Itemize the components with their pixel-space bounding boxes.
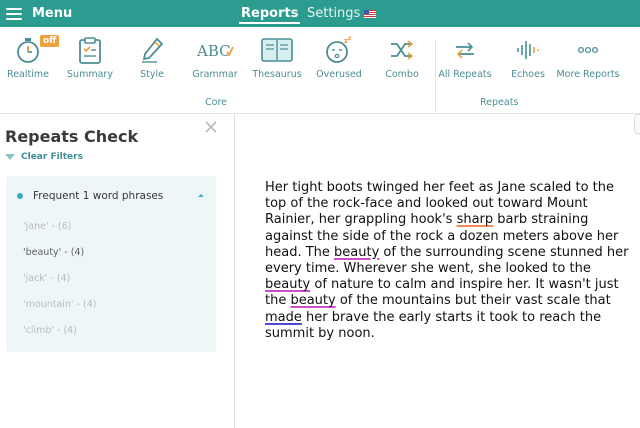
- tab-reports[interactable]: Reports: [238, 0, 301, 27]
- combo-label: Combo: [385, 69, 419, 80]
- group-dot-icon: [17, 193, 23, 199]
- echoes-label: Echoes: [511, 69, 545, 80]
- hamburger-icon: [6, 7, 22, 20]
- editor-line[interactable]: top of the rock-face and looked out towa…: [265, 196, 640, 212]
- phrase-group: Frequent 1 word phrases 'jane' - (6) 'be…: [6, 176, 216, 352]
- clear-filters-button[interactable]: Clear Filters: [5, 152, 83, 162]
- core-group-label: Core: [205, 97, 227, 108]
- more-dots-icon: [568, 32, 608, 68]
- highlighted-repeat[interactable]: beauty: [265, 277, 310, 292]
- editor-line[interactable]: Her tight boots twinged her feet as Jane…: [265, 180, 640, 196]
- us-flag-icon: [364, 9, 377, 18]
- repeats-group-label: Repeats: [480, 97, 519, 108]
- tab-settings[interactable]: Settings: [307, 0, 377, 27]
- echoes-button[interactable]: Echoes: [495, 27, 561, 87]
- all-repeats-label: All Repeats: [438, 69, 492, 80]
- phrase-item-climb[interactable]: 'climb' - (4): [23, 325, 96, 351]
- editor-line[interactable]: the beauty of the mountains but their va…: [265, 293, 640, 309]
- overused-label: Overused: [316, 69, 362, 80]
- filter-icon: [5, 154, 15, 160]
- editor-line[interactable]: Rainier, her grappling hook's sharp barb…: [265, 212, 640, 228]
- editor-line[interactable]: every time. Wherever she went, she looke…: [265, 261, 640, 277]
- phrase-item-mountain[interactable]: 'mountain' - (4): [23, 299, 96, 325]
- tab-reports-label: Reports: [241, 6, 299, 21]
- top-bar: Menu Reports Settings: [0, 0, 640, 27]
- grammar-button[interactable]: ABC Grammar: [182, 27, 248, 87]
- editor-line[interactable]: beauty of nature to calm and inspire her…: [265, 277, 640, 293]
- phrase-item-jack[interactable]: 'jack' - (4): [23, 273, 96, 299]
- thesaurus-button[interactable]: Thesaurus: [244, 27, 310, 87]
- pen-icon: [132, 32, 172, 68]
- menu-button[interactable]: Menu: [0, 0, 72, 27]
- highlighted-repeat[interactable]: beauty: [334, 245, 379, 260]
- highlighted-repeat[interactable]: sharp: [457, 212, 494, 227]
- thesaurus-label: Thesaurus: [252, 69, 302, 80]
- editor-text[interactable]: Her tight boots twinged her feet as Jane…: [265, 180, 640, 342]
- sleepy-face-icon: zz: [319, 32, 359, 68]
- summary-label: Summary: [67, 69, 113, 80]
- overused-button[interactable]: zz Overused: [306, 27, 372, 87]
- realtime-label: Realtime: [7, 69, 49, 80]
- style-label: Style: [140, 69, 164, 80]
- grammar-label: Grammar: [192, 69, 238, 80]
- highlighted-repeat[interactable]: beauty: [290, 293, 335, 308]
- chevron-up-icon: [198, 194, 204, 197]
- shuffle-icon: [382, 32, 422, 68]
- style-button[interactable]: Style: [119, 27, 185, 87]
- abc-check-icon: ABC: [195, 32, 235, 68]
- repeat-arrows-icon: [445, 32, 485, 68]
- menu-label: Menu: [32, 6, 73, 21]
- soundwave-icon: [508, 32, 548, 68]
- editor-line[interactable]: head. The beauty of the surrounding scen…: [265, 245, 640, 261]
- combo-button[interactable]: Combo: [369, 27, 435, 87]
- repeats-check-panel: Repeats Check Clear Filters Frequent 1 w…: [0, 114, 235, 428]
- tab-settings-label: Settings: [307, 6, 361, 21]
- book-icon: [257, 32, 297, 68]
- editor-line[interactable]: made her brave the early starts it took …: [265, 310, 640, 326]
- svg-text:z: z: [348, 36, 352, 42]
- editor-line[interactable]: summit by noon.: [265, 326, 640, 342]
- clipboard-icon: [70, 32, 110, 68]
- phrase-item-jane[interactable]: 'jane' - (6): [23, 221, 96, 247]
- report-toolbar: Realtime off Summary Style ABC Grammar T…: [0, 27, 640, 114]
- clear-filters-label: Clear Filters: [21, 152, 83, 162]
- editor-line[interactable]: against the side of the rock a dozen met…: [265, 229, 640, 245]
- panel-title: Repeats Check: [5, 127, 139, 146]
- summary-button[interactable]: Summary: [57, 27, 123, 87]
- close-icon[interactable]: [203, 119, 219, 135]
- all-repeats-button[interactable]: All Repeats: [432, 27, 498, 87]
- phrase-list: 'jane' - (6) 'beauty' - (4) 'jack' - (4)…: [23, 221, 96, 351]
- more-reports-label: More Reports: [556, 69, 620, 80]
- document-editor[interactable]: Her tight boots twinged her feet as Jane…: [236, 114, 640, 428]
- phrase-item-beauty[interactable]: 'beauty' - (4): [23, 247, 96, 273]
- more-reports-button[interactable]: More Reports: [555, 27, 621, 87]
- highlighted-repeat[interactable]: made: [265, 310, 302, 325]
- svg-text:ABC: ABC: [196, 42, 231, 60]
- scroll-edge[interactable]: [634, 114, 640, 134]
- phrase-group-title: Frequent 1 word phrases: [33, 190, 164, 202]
- phrase-group-header[interactable]: Frequent 1 word phrases: [6, 186, 216, 206]
